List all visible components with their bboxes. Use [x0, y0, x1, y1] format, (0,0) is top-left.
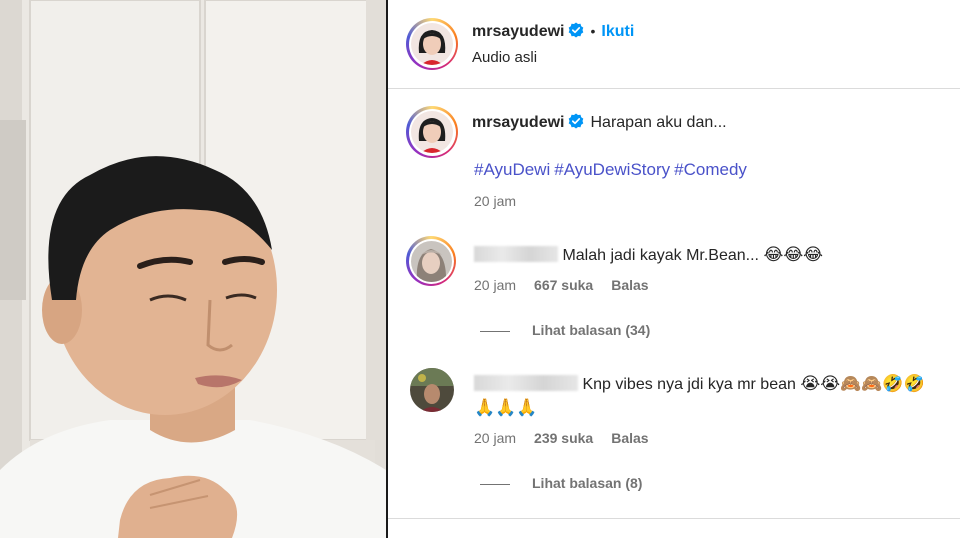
profile-photo-icon: [411, 23, 453, 65]
reply-button[interactable]: Balas: [611, 430, 648, 446]
view-replies-button[interactable]: Lihat balasan (8): [480, 475, 642, 491]
comment-timestamp: 20 jam: [474, 277, 517, 293]
redacted-username: [474, 246, 558, 262]
hashtag-list: #AyuDewi #AyuDewiStory #Comedy: [474, 160, 751, 180]
hashtag-link[interactable]: #Comedy: [674, 160, 747, 179]
comment-body-line2: 🙏🙏🙏: [474, 398, 538, 418]
header-username[interactable]: mrsayudewi: [472, 23, 564, 40]
post-header: mrsayudewi • Ikuti Audio asli: [388, 0, 960, 89]
replies-line: [480, 330, 510, 332]
comment-body: Knp vibes nya jdi kya mr bean 😭😭🙈🙈🤣🤣: [474, 374, 925, 394]
reply-button[interactable]: Balas: [611, 277, 648, 293]
verified-badge-icon: [569, 22, 584, 38]
header-avatar[interactable]: [406, 18, 458, 70]
view-replies-label: Lihat balasan (8): [532, 475, 643, 491]
caption-text: Harapan aku dan...: [590, 114, 727, 131]
comment-emojis: 😭😭🙈🙈🤣🤣: [800, 374, 925, 394]
verified-badge-icon: [569, 113, 584, 129]
comment-text: Malah jadi kayak Mr.Bean...: [562, 247, 759, 264]
video-player[interactable]: [0, 0, 386, 538]
post-caption: mrsayudewi Harapan aku dan...: [472, 113, 727, 132]
profile-photo-icon: [411, 111, 453, 153]
comment-meta: 20 jam 667 suka Balas: [474, 277, 667, 293]
view-replies-label: Lihat balasan (34): [532, 322, 651, 338]
caption-avatar[interactable]: [406, 106, 458, 158]
redacted-username: [474, 375, 578, 391]
panel-bottom-divider: [388, 518, 960, 519]
separator-dot: •: [590, 23, 596, 39]
comment-text: Knp vibes nya jdi kya mr bean: [582, 376, 796, 393]
follow-button[interactable]: Ikuti: [601, 23, 634, 40]
post-panel: mrsayudewi • Ikuti Audio asli mrsayudewi Ha…: [388, 0, 960, 538]
comment-avatar[interactable]: [410, 368, 454, 412]
comment-avatar[interactable]: [406, 236, 456, 286]
post-timestamp: 20 jam: [474, 193, 517, 209]
hashtag-link[interactable]: #AyuDewi: [474, 160, 550, 179]
caption-username[interactable]: mrsayudewi: [472, 114, 564, 131]
comment-likes[interactable]: 667 suka: [534, 277, 593, 293]
comment-meta: 20 jam 239 suka Balas: [474, 430, 667, 446]
view-replies-button[interactable]: Lihat balasan (34): [480, 322, 650, 338]
comment-emojis: 🙏🙏🙏: [474, 398, 538, 418]
commenter-photo-icon: [410, 240, 452, 282]
comment-body: Malah jadi kayak Mr.Bean... 😂😂😂: [474, 245, 823, 265]
video-frame-image: [0, 0, 386, 538]
audio-link[interactable]: Audio asli: [472, 49, 537, 66]
hashtag-link[interactable]: #AyuDewiStory: [554, 160, 670, 179]
comment-timestamp: 20 jam: [474, 430, 517, 446]
comment-likes[interactable]: 239 suka: [534, 430, 593, 446]
header-user-line: mrsayudewi • Ikuti: [472, 22, 634, 41]
comment-emojis: 😂😂😂: [763, 245, 824, 265]
commenter-photo-icon: [410, 368, 454, 412]
replies-line: [480, 483, 510, 485]
